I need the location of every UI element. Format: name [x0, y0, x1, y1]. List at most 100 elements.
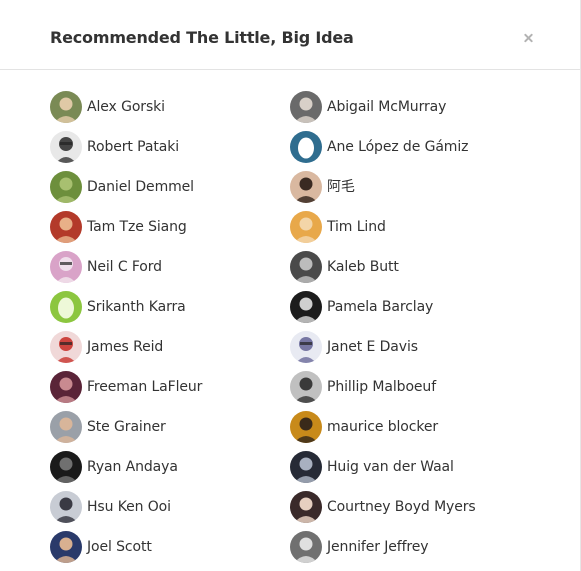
recommender-name[interactable]: Tam Tze Siang [87, 218, 187, 236]
recommender-name[interactable]: Alex Gorski [87, 98, 165, 116]
avatar[interactable] [290, 371, 322, 403]
recommender-item[interactable]: Srikanth Karra [50, 291, 280, 331]
recommender-name[interactable]: Abigail McMurray [327, 98, 446, 116]
photo-avatar-icon [50, 91, 82, 123]
recommender-item[interactable]: Jennifer Jeffrey [290, 531, 520, 571]
recommender-item[interactable]: Alex Gorski [50, 91, 280, 131]
recommenders-column-left: Alex Gorski Robert Pataki Daniel Demmel Tam… [50, 91, 280, 571]
recommender-name[interactable]: Ste Grainer [87, 418, 166, 436]
illustration-avatar-icon [50, 331, 82, 363]
photo-avatar-icon [290, 211, 322, 243]
recommender-name[interactable]: 阿毛 [327, 178, 355, 196]
photo-avatar-icon [290, 91, 322, 123]
photo-avatar-icon [50, 171, 82, 203]
photo-avatar-icon [290, 291, 322, 323]
photo-avatar-icon [290, 491, 322, 523]
recommenders-column-right: Abigail McMurray Ane López de Gámiz 阿毛 Tim … [290, 91, 520, 571]
avatar[interactable] [290, 131, 322, 163]
recommender-name[interactable]: Tim Lind [327, 218, 386, 236]
recommender-name[interactable]: Courtney Boyd Myers [327, 498, 476, 516]
recommender-name[interactable]: Pamela Barclay [327, 298, 433, 316]
recommender-item[interactable]: Daniel Demmel [50, 171, 280, 211]
avatar[interactable] [290, 491, 322, 523]
recommender-item[interactable]: Freeman LaFleur [50, 371, 280, 411]
recommender-name[interactable]: Kaleb Butt [327, 258, 399, 276]
recommender-item[interactable]: Hsu Ken Ooi [50, 491, 280, 531]
avatar[interactable] [50, 131, 82, 163]
avatar[interactable] [290, 251, 322, 283]
recommender-name[interactable]: Janet E Davis [327, 338, 418, 356]
avatar[interactable] [50, 291, 82, 323]
recommender-item[interactable]: Pamela Barclay [290, 291, 520, 331]
recommender-name[interactable]: Freeman LaFleur [87, 378, 202, 396]
illustration-avatar-icon [290, 331, 322, 363]
illustration-avatar-icon [50, 131, 82, 163]
dialog-title: Recommended The Little, Big Idea [50, 28, 354, 47]
photo-avatar-icon [50, 451, 82, 483]
avatar[interactable] [50, 411, 82, 443]
recommender-name[interactable]: James Reid [87, 338, 163, 356]
illustration-avatar-icon [50, 251, 82, 283]
recommender-item[interactable]: Neil C Ford [50, 251, 280, 291]
recommender-name[interactable]: Jennifer Jeffrey [327, 538, 429, 556]
avatar[interactable] [50, 331, 82, 363]
avatar[interactable] [290, 411, 322, 443]
photo-avatar-icon [50, 531, 82, 563]
recommender-item[interactable]: Tim Lind [290, 211, 520, 251]
avatar[interactable] [50, 171, 82, 203]
recommender-name[interactable]: Robert Pataki [87, 138, 179, 156]
recommender-item[interactable]: Joel Scott [50, 531, 280, 571]
recommender-name[interactable]: Phillip Malboeuf [327, 378, 436, 396]
recommender-item[interactable]: Huig van der Waal [290, 451, 520, 491]
recommenders-list: Alex Gorski Robert Pataki Daniel Demmel Tam… [0, 71, 581, 571]
avatar[interactable] [290, 291, 322, 323]
avatar[interactable] [50, 251, 82, 283]
avatar[interactable] [50, 211, 82, 243]
avatar[interactable] [290, 211, 322, 243]
recommender-item[interactable]: Phillip Malboeuf [290, 371, 520, 411]
avatar[interactable] [290, 531, 322, 563]
recommender-name[interactable]: Ane López de Gámiz [327, 138, 468, 156]
avatar[interactable] [50, 531, 82, 563]
dialog-header: Recommended The Little, Big Idea [0, 0, 580, 70]
recommender-name[interactable]: Hsu Ken Ooi [87, 498, 171, 516]
recommender-name[interactable]: Daniel Demmel [87, 178, 194, 196]
recommender-item[interactable]: Tam Tze Siang [50, 211, 280, 251]
egg-avatar-icon [290, 131, 322, 163]
recommender-item[interactable]: James Reid [50, 331, 280, 371]
recommender-item[interactable]: Ryan Andaya [50, 451, 280, 491]
avatar[interactable] [50, 371, 82, 403]
recommender-item[interactable]: Courtney Boyd Myers [290, 491, 520, 531]
photo-avatar-icon [290, 371, 322, 403]
photo-avatar-icon [290, 171, 322, 203]
photo-avatar-icon [50, 491, 82, 523]
egg-avatar-icon [50, 291, 82, 323]
photo-avatar-icon [290, 531, 322, 563]
close-button[interactable] [520, 29, 538, 47]
avatar[interactable] [290, 171, 322, 203]
avatar[interactable] [290, 451, 322, 483]
recommended-dialog: Recommended The Little, Big Idea Alex Go… [0, 0, 581, 571]
recommender-item[interactable]: Ane López de Gámiz [290, 131, 520, 171]
photo-avatar-icon [290, 251, 322, 283]
recommender-name[interactable]: Ryan Andaya [87, 458, 178, 476]
avatar[interactable] [290, 331, 322, 363]
recommender-item[interactable]: Janet E Davis [290, 331, 520, 371]
recommender-name[interactable]: Srikanth Karra [87, 298, 186, 316]
recommender-name[interactable]: Neil C Ford [87, 258, 162, 276]
recommender-item[interactable]: Robert Pataki [50, 131, 280, 171]
avatar[interactable] [290, 91, 322, 123]
photo-avatar-icon [50, 211, 82, 243]
avatar[interactable] [50, 91, 82, 123]
recommender-name[interactable]: maurice blocker [327, 418, 438, 436]
avatar[interactable] [50, 451, 82, 483]
photo-avatar-icon [290, 411, 322, 443]
avatar[interactable] [50, 491, 82, 523]
recommender-item[interactable]: Kaleb Butt [290, 251, 520, 291]
recommender-item[interactable]: Abigail McMurray [290, 91, 520, 131]
recommender-item[interactable]: maurice blocker [290, 411, 520, 451]
recommender-item[interactable]: Ste Grainer [50, 411, 280, 451]
recommender-name[interactable]: Joel Scott [87, 538, 152, 556]
recommender-name[interactable]: Huig van der Waal [327, 458, 454, 476]
recommender-item[interactable]: 阿毛 [290, 171, 520, 211]
